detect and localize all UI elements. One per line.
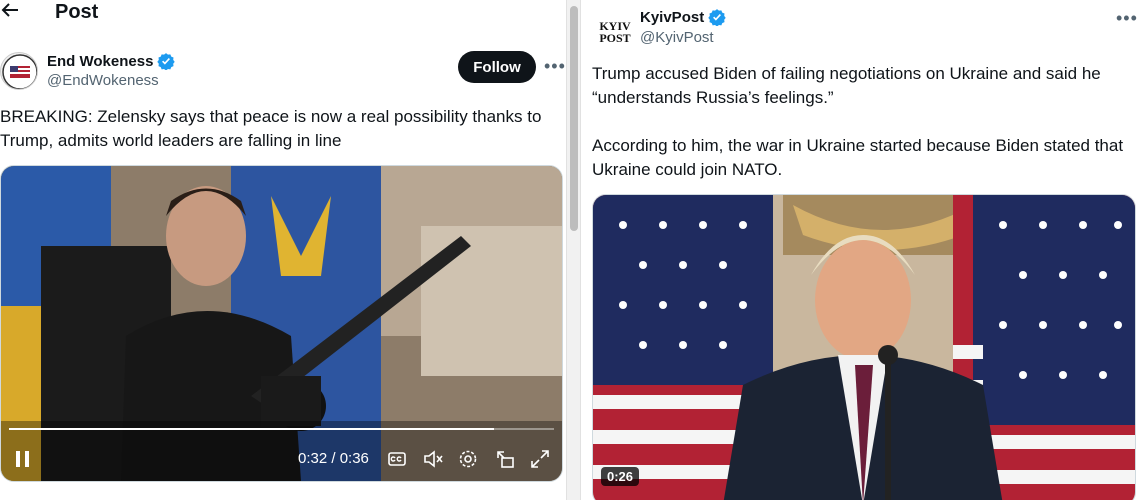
- post-paragraph-2: According to him, the war in Ukraine sta…: [592, 136, 1124, 179]
- progress-track[interactable]: [9, 428, 554, 430]
- author-handle[interactable]: @KyivPost: [640, 29, 714, 46]
- verified-icon: [157, 52, 176, 70]
- author-name[interactable]: End Wokeness: [47, 52, 176, 70]
- pip-icon[interactable]: [495, 449, 515, 474]
- mute-icon[interactable]: [423, 449, 445, 474]
- fullscreen-icon[interactable]: [530, 449, 550, 474]
- avatar[interactable]: KYIV POST: [593, 10, 637, 54]
- author-name-text[interactable]: End Wokeness: [47, 53, 153, 70]
- author-name-text[interactable]: KyivPost: [640, 9, 704, 26]
- scrollbar[interactable]: [566, 0, 581, 500]
- author-handle[interactable]: @EndWokeness: [47, 72, 159, 89]
- verified-icon: [708, 8, 726, 26]
- video-time: 0:32 / 0:36: [298, 450, 369, 467]
- video-player[interactable]: 0:26: [592, 194, 1136, 500]
- pause-icon[interactable]: [15, 450, 31, 473]
- logo-line-2: POST: [599, 31, 631, 45]
- video-player[interactable]: 0:32 / 0:36: [0, 165, 563, 482]
- follow-button[interactable]: Follow: [458, 51, 536, 83]
- post-text: BREAKING: Zelensky says that peace is no…: [0, 107, 542, 150]
- duration-badge: 0:26: [601, 467, 640, 486]
- left-post-panel: Post End Wokeness @EndWokeness Follow ••…: [0, 0, 566, 500]
- video-frame: [593, 195, 1135, 500]
- avatar[interactable]: [0, 52, 38, 90]
- back-arrow-icon[interactable]: [0, 0, 20, 22]
- more-icon[interactable]: •••: [544, 56, 566, 77]
- page-title: Post: [55, 1, 99, 23]
- more-icon[interactable]: •••: [1116, 8, 1138, 29]
- captions-icon[interactable]: [388, 450, 406, 473]
- author-name[interactable]: KyivPost: [640, 8, 726, 26]
- video-frame: [1, 166, 562, 481]
- settings-icon[interactable]: [458, 449, 478, 474]
- progress-fill: [9, 428, 495, 430]
- right-post-panel: KYIV POST KyivPost @KyivPost ••• Trump a…: [581, 0, 1138, 500]
- post-paragraph-1: Trump accused Biden of failing negotiati…: [592, 64, 1101, 107]
- scrollbar-thumb[interactable]: [570, 6, 578, 231]
